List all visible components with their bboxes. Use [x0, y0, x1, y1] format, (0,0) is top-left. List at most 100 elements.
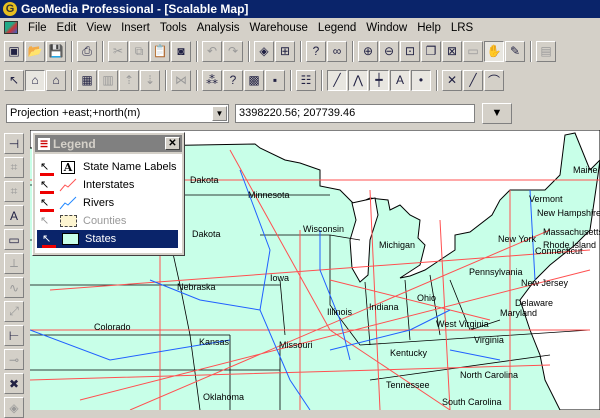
add-text-button[interactable]: ▪: [265, 69, 285, 91]
legend-title-bar[interactable]: ☰ Legend ✕: [35, 135, 182, 152]
menu-view[interactable]: View: [81, 22, 116, 34]
table-button[interactable]: ▦: [77, 69, 97, 91]
add-feature-button[interactable]: ⁂: [202, 69, 222, 91]
menu-help[interactable]: Help: [412, 22, 446, 34]
selectable-pointer-icon[interactable]: ↖: [40, 214, 54, 228]
selectable-pointer-icon[interactable]: ↖: [42, 232, 56, 248]
query-button[interactable]: ⊞: [275, 40, 295, 62]
cut-icon: ✂: [112, 44, 124, 58]
save-button[interactable]: 💾: [46, 40, 66, 62]
coordinate-dropdown-button[interactable]: ▼: [482, 103, 512, 124]
arc-button[interactable]: ⌒: [484, 69, 504, 91]
main-toolbar: ▣ 📂 💾 ⎙ ✂ ⧉ 📋 ◙ ↶ ↷ ◈ ⊞? ∞ ⊕ ⊖ ⊡ ❐ ⊠ ▭ ✋ ✎ ▤: [0, 38, 557, 64]
menu-tools[interactable]: Tools: [155, 22, 192, 34]
state-label: Michigan: [379, 240, 416, 250]
select-set-button[interactable]: ⌂: [25, 69, 45, 91]
merge-button[interactable]: ⋈: [171, 69, 191, 91]
menu-analysis[interactable]: Analysis: [192, 22, 245, 34]
cut-button[interactable]: ✂: [108, 40, 128, 62]
text-button[interactable]: A: [390, 69, 410, 91]
selectable-pointer-icon[interactable]: ↖: [40, 178, 54, 194]
legend-props-button[interactable]: ☷: [296, 69, 316, 91]
label-button[interactable]: ▭: [4, 229, 24, 250]
insert-up-icon: ⇡: [123, 73, 135, 87]
intersect-button[interactable]: ✕: [442, 69, 462, 91]
selectable-pointer-icon[interactable]: ↖: [40, 160, 54, 176]
fit-button[interactable]: ⊡: [400, 40, 420, 62]
extend-button[interactable]: ⊸: [4, 349, 24, 370]
deselect-icon: ⌂: [52, 73, 60, 87]
undo-button[interactable]: ↶: [202, 40, 222, 62]
new-button[interactable]: ▣: [4, 40, 24, 62]
print-button[interactable]: ⎙: [77, 40, 97, 62]
legend-item-rivers[interactable]: ↖ Rivers: [35, 194, 182, 212]
document-icon[interactable]: [4, 21, 18, 34]
new-window-button[interactable]: ❐: [421, 40, 441, 62]
split-button[interactable]: ⟂: [4, 253, 24, 274]
legend-window[interactable]: ☰ Legend ✕ ↖ A State Name Labels ↖ Interstates…: [32, 132, 185, 256]
previous-view-button[interactable]: ▭: [463, 40, 483, 62]
fit-all-icon: ⊠: [446, 44, 458, 58]
menu-warehouse[interactable]: Warehouse: [245, 22, 313, 34]
move-button[interactable]: ⤢: [4, 301, 24, 322]
hyperlink-button[interactable]: ∞: [327, 40, 347, 62]
zoom-in-button[interactable]: ⊕: [358, 40, 378, 62]
legend-item-state-name-labels[interactable]: ↖ A State Name Labels: [35, 158, 182, 176]
delete-button[interactable]: ✖: [4, 373, 24, 394]
digitize-button[interactable]: ⊣: [4, 133, 24, 154]
columns-button[interactable]: ▥: [98, 69, 118, 91]
legend-item-states[interactable]: ↖ States: [37, 230, 178, 248]
pan-button[interactable]: ✋: [484, 40, 504, 62]
edit-geometry-button[interactable]: ⌗: [4, 157, 24, 178]
break-button[interactable]: ⊢: [4, 325, 24, 346]
state-label: Ohio: [417, 293, 437, 303]
projection-select[interactable]: Projection +east;+north(m) ▼: [6, 104, 229, 123]
menu-window[interactable]: Window: [361, 22, 412, 34]
legend-item-interstates[interactable]: ↖ Interstates: [35, 176, 182, 194]
new-query-button[interactable]: ?: [306, 40, 326, 62]
close-icon[interactable]: ✕: [165, 137, 180, 150]
segment-button[interactable]: ╱: [463, 69, 483, 91]
insert-up-button[interactable]: ⇡: [119, 69, 139, 91]
spatial-button[interactable]: ▤: [536, 40, 556, 62]
chevron-down-icon[interactable]: ▼: [212, 106, 227, 121]
deselect-button[interactable]: ⌂: [46, 69, 66, 91]
insert-text-button[interactable]: A: [4, 205, 24, 226]
paste-button[interactable]: 📋: [150, 40, 170, 62]
menu-lrs[interactable]: LRS: [446, 22, 478, 34]
toolbar-separator: [436, 69, 438, 91]
redo-button[interactable]: ↷: [223, 40, 243, 62]
snap-button[interactable]: ┿: [369, 69, 389, 91]
blue-line-symbol-icon: [59, 196, 77, 210]
properties-button[interactable]: ✎: [505, 40, 525, 62]
app-icon: G: [3, 2, 17, 16]
point-button[interactable]: •: [411, 69, 431, 91]
state-label: Vermont: [529, 194, 563, 204]
selectable-pointer-icon[interactable]: ↖: [40, 196, 54, 212]
insert-down-icon: ⇣: [144, 73, 156, 87]
menu-file[interactable]: File: [23, 22, 52, 34]
add-query-button[interactable]: ?: [223, 69, 243, 91]
menu-insert[interactable]: Insert: [116, 22, 155, 34]
line-button[interactable]: ╱: [327, 69, 347, 91]
display-button[interactable]: ◈: [254, 40, 274, 62]
smooth-button[interactable]: ∿: [4, 277, 24, 298]
select-button[interactable]: ↖: [4, 69, 24, 91]
copy-button[interactable]: ⧉: [129, 40, 149, 62]
zoom-out-button[interactable]: ⊖: [379, 40, 399, 62]
polyline-button[interactable]: ⋀: [348, 69, 368, 91]
add-image-button[interactable]: ▩: [244, 69, 264, 91]
continue-button[interactable]: ⌗: [4, 181, 24, 202]
snapshot-button[interactable]: ◙: [171, 40, 191, 62]
rotate-button[interactable]: ◈: [4, 397, 24, 418]
toolbar-separator: [290, 69, 292, 91]
fit-all-button[interactable]: ⊠: [442, 40, 462, 62]
legend-item-counties[interactable]: ↖ Counties: [35, 212, 182, 230]
legend-icon: ☰: [38, 137, 50, 150]
state-label: Colorado: [94, 322, 131, 332]
open-button[interactable]: 📂: [25, 40, 45, 62]
menu-legend[interactable]: Legend: [313, 22, 361, 34]
menu-edit[interactable]: Edit: [52, 22, 82, 34]
coordinate-input[interactable]: 3398220.56; 207739.46: [235, 104, 475, 123]
insert-down-button[interactable]: ⇣: [140, 69, 160, 91]
